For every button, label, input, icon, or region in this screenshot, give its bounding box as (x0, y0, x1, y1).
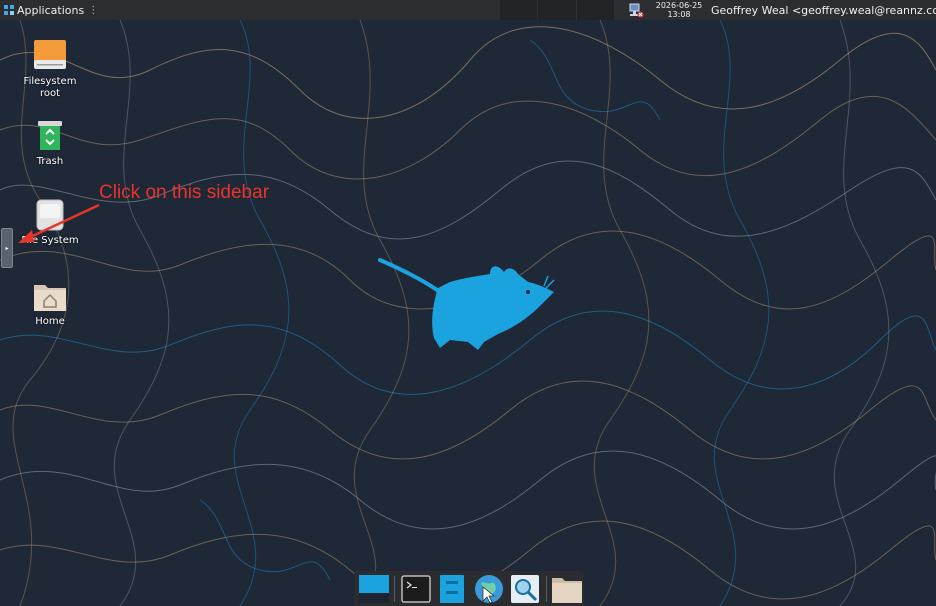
top-panel: Applications ⋮ 2026-06-25 13:08 Geoffrey… (0, 0, 936, 20)
workspace-button[interactable] (500, 0, 539, 20)
web-browser-icon (474, 574, 503, 604)
desktop-icon-home[interactable]: Home (15, 279, 85, 328)
desktop-icon-label: Trash (36, 156, 64, 167)
folder-icon (552, 577, 583, 603)
annotation-text: Click on this sidebar (99, 182, 270, 203)
user-menu[interactable]: Geoffrey Weal <geoffrey.weal@reannz.co.n… (711, 0, 936, 20)
desktop-icon-trash[interactable]: Trash (15, 119, 85, 168)
sidebar-handle[interactable]: ▸ (1, 228, 13, 268)
panel-clock[interactable]: 2026-06-25 13:08 (652, 0, 706, 20)
trash-icon (38, 121, 62, 150)
show-desktop-icon (358, 574, 389, 603)
dock-terminal[interactable] (399, 572, 432, 606)
dock (354, 571, 584, 606)
panel-separator-handle: ⋮ (88, 4, 99, 16)
dock-folder[interactable] (551, 572, 584, 606)
xfce-mouse-logo (378, 258, 555, 350)
desktop-icon-label: Filesystem root (23, 76, 77, 99)
terminal-icon (401, 574, 431, 603)
workspace-button[interactable] (538, 0, 577, 20)
clock-date: 2026-06-25 (655, 1, 703, 10)
dock-file-manager[interactable] (436, 572, 469, 606)
desktop-icon-label: Home (35, 316, 65, 327)
xfce-logo-icon (4, 5, 14, 15)
applications-menu-button[interactable]: Applications ⋮ (0, 0, 102, 20)
drive-icon (34, 40, 66, 69)
dock-separator (394, 575, 396, 602)
annotation-arrow-icon (18, 203, 100, 243)
applications-label: Applications (17, 3, 85, 17)
desktop-icon-filesystem-root[interactable]: Filesystem root (15, 37, 85, 100)
file-manager-icon (440, 574, 465, 603)
dock-web-browser[interactable] (472, 572, 505, 606)
clock-time: 13:08 (667, 10, 691, 19)
window-buttons (500, 0, 615, 20)
app-finder-icon (511, 574, 540, 603)
dock-app-finder[interactable] (508, 572, 541, 606)
sidebar-arrow-icon: ▸ (5, 244, 9, 252)
home-folder-icon (34, 285, 66, 311)
workspace-button[interactable] (576, 0, 615, 20)
network-disconnected-icon[interactable] (628, 2, 644, 18)
dock-separator (545, 575, 547, 602)
dock-show-desktop[interactable] (357, 572, 390, 606)
